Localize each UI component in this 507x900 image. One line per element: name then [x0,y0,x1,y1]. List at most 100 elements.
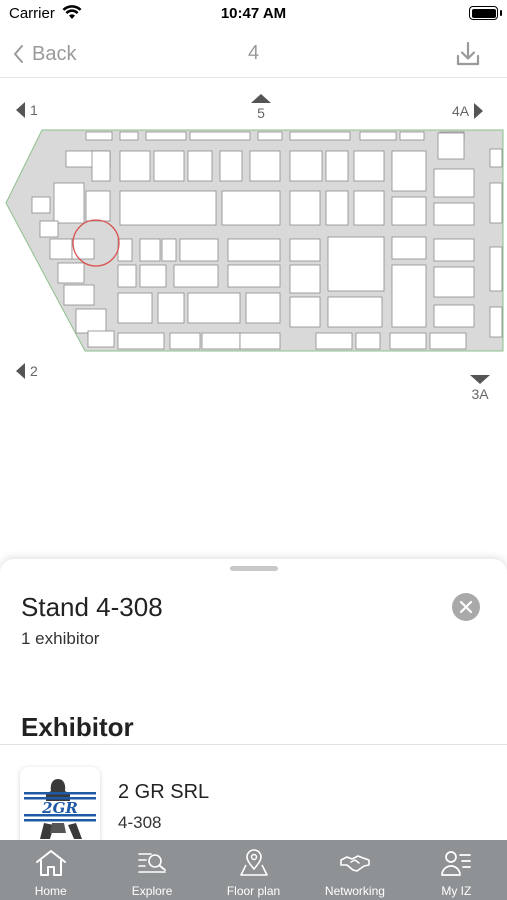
booth-54[interactable] [289,264,321,294]
tab-explore[interactable]: Explore [101,840,202,900]
exhibitor-list-item[interactable]: 2GR 2 GR SRL 4-308 [0,759,507,840]
chevron-left-icon [14,45,23,63]
tab-networking[interactable]: Networking [304,840,405,900]
handshake-icon [340,855,370,872]
booth-63[interactable] [433,304,475,328]
booth-7[interactable] [359,131,397,141]
exhibitor-stand: 4-308 [118,813,162,832]
booth-45[interactable] [31,196,51,214]
tab-label: My IZ [441,884,472,898]
battery-icon [469,6,498,20]
booth-6[interactable] [289,131,351,141]
booth-71[interactable] [315,332,353,350]
booth-34[interactable] [433,168,475,198]
booth-2[interactable] [119,131,139,141]
booth-32[interactable] [353,190,385,226]
booth-58[interactable] [157,292,185,324]
booth-12[interactable] [489,246,503,292]
battery-level [471,8,496,18]
booth-43[interactable] [391,236,427,260]
booth-65[interactable] [75,308,107,334]
booth-3[interactable] [145,131,187,141]
booth-42[interactable] [327,236,385,292]
booth-16[interactable] [53,182,85,224]
booth-28[interactable] [119,190,217,226]
booth-47[interactable] [49,238,73,260]
booth-19[interactable] [153,150,185,182]
booth-40[interactable] [227,238,281,262]
booth-30[interactable] [289,190,321,226]
booth-70[interactable] [239,332,281,350]
booth-69[interactable] [201,332,241,350]
booth-20[interactable] [187,150,213,182]
booth-29[interactable] [221,190,281,226]
booth-18[interactable] [119,150,151,182]
booth-10[interactable] [489,148,503,168]
clock: 10:47 AM [220,5,287,22]
booth-52[interactable] [173,264,219,288]
back-label: Back [32,42,77,65]
booth-21[interactable] [219,150,243,182]
download-button[interactable] [453,39,483,69]
booth-64[interactable] [63,284,95,306]
stand-detail-sheet: Stand 4-308 1 exhibitor Exhibitor 2GR 2 … [0,559,507,840]
booth-68[interactable] [169,332,201,350]
booth-51[interactable] [139,264,167,288]
tab-bar: Home Explore Floor plan Networking My IZ [0,840,507,900]
booth-67[interactable] [117,332,165,350]
booth-66[interactable] [87,330,115,348]
booth-59[interactable] [187,292,241,324]
booth-17[interactable] [85,190,111,222]
booth-31[interactable] [325,190,349,226]
booth-39[interactable] [179,238,219,262]
booth-4[interactable] [189,131,251,141]
section-divider [0,744,507,745]
booth-25[interactable] [353,150,385,182]
booth-36[interactable] [117,238,133,262]
booth-74[interactable] [429,332,467,350]
booth-73[interactable] [389,332,427,350]
explore-icon [138,853,167,873]
booth-50[interactable] [117,264,137,288]
booth-37[interactable] [139,238,161,262]
booth-33[interactable] [391,196,427,226]
booth-8[interactable] [399,131,425,141]
app-screen: Carrier 10:47 AM Back 4 1 5 4A 2 3A Stan… [0,0,507,900]
booth-15[interactable] [91,150,111,182]
booth-46[interactable] [39,220,59,238]
close-button[interactable] [452,593,480,621]
booth-23[interactable] [289,150,323,182]
booth-11[interactable] [489,182,503,224]
booth-5[interactable] [257,131,283,141]
booth-35[interactable] [433,202,475,226]
booth-22[interactable] [249,150,281,182]
sheet-grabber-handle[interactable] [230,566,278,571]
booth-62[interactable] [327,296,383,328]
booth-57[interactable] [117,292,153,324]
booth-56[interactable] [433,266,475,298]
booth-26[interactable] [391,150,427,192]
booth-61[interactable] [289,296,321,328]
booth-55[interactable] [391,264,427,328]
booth-72[interactable] [355,332,381,350]
booth-13[interactable] [489,306,503,338]
tab-my-iz[interactable]: My IZ [406,840,507,900]
navigation-bar: Back 4 [0,30,507,78]
booth-53[interactable] [227,264,281,288]
map-pin-icon [239,849,268,876]
hall-floor-drawing[interactable] [0,79,507,559]
booth-27[interactable] [437,132,465,160]
booth-38[interactable] [161,238,177,262]
tab-label: Explore [131,884,173,898]
floor-plan-map[interactable]: 1 5 4A 2 3A [0,79,507,559]
tab-floor-plan[interactable]: Floor plan [203,840,304,900]
booth-48[interactable] [57,262,85,284]
booth-44[interactable] [433,238,475,262]
tab-home[interactable]: Home [0,840,101,900]
booth-41[interactable] [289,238,321,262]
booth-49[interactable] [71,238,95,260]
booth-60[interactable] [245,292,281,324]
booth-1[interactable] [85,131,113,141]
booth-24[interactable] [325,150,349,182]
back-button[interactable]: Back [12,40,76,68]
